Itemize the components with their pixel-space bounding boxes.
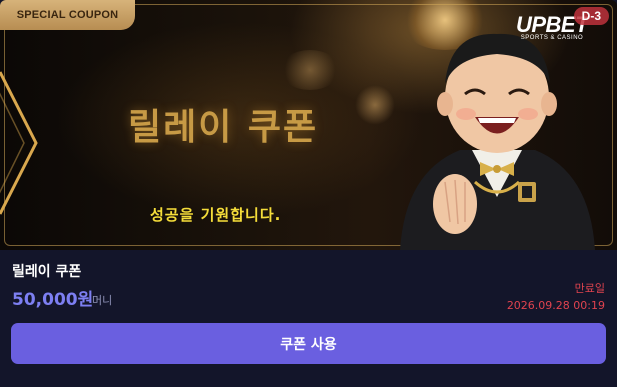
coupon-amount: 50,000원 — [12, 290, 94, 310]
coupon-unit: 머니 — [92, 294, 113, 307]
chevron-deco-icon — [0, 71, 38, 215]
coupon-card: SPECIAL COUPON 릴레이 쿠폰 성공을 기원합니다. UPBET S… — [0, 0, 617, 387]
special-coupon-badge: SPECIAL COUPON — [0, 0, 135, 30]
expiry-label: 만료일 — [574, 282, 605, 295]
use-coupon-button[interactable]: 쿠폰 사용 — [11, 323, 606, 364]
banner-title: 릴레이 쿠폰 — [128, 107, 319, 148]
coupon-name: 릴레이 쿠폰 — [12, 264, 82, 280]
mascot-icon — [400, 33, 595, 250]
coupon-banner: SPECIAL COUPON 릴레이 쿠폰 성공을 기원합니다. UPBET S… — [0, 0, 617, 250]
banner-subtitle: 성공을 기원합니다. — [150, 206, 282, 224]
d-day-badge: D-3 — [573, 7, 609, 25]
badge-label: SPECIAL COUPON — [16, 9, 119, 21]
expiry-date: 2026.09.28 00:19 — [506, 299, 605, 312]
